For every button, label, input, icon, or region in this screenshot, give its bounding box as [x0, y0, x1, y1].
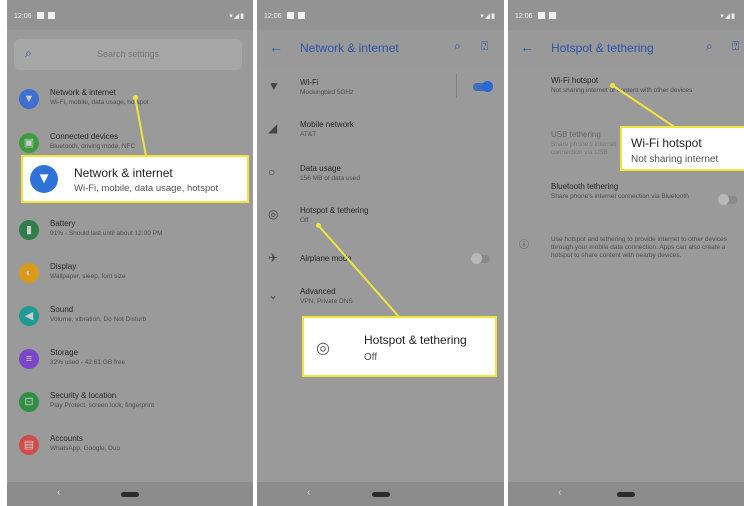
callout-anchor-dot [133, 95, 138, 100]
callout-title: Hotspot & tethering [364, 333, 467, 347]
callout-subtitle: Off [364, 352, 378, 363]
callout-anchor-dot [316, 223, 321, 228]
leader-line-network [134, 96, 147, 157]
callout-title: Network & internet [74, 166, 173, 180]
callout-title: Wi-Fi hotspot [631, 136, 702, 150]
callout-anchor-dot [610, 83, 615, 88]
callout-network: ▼ Network & internet Wi-Fi, mobile, data… [21, 155, 249, 203]
callout-subtitle: Wi-Fi, mobile, data usage, hotspot [74, 183, 219, 194]
callout-hotspot: ◎ Hotspot & tethering Off [302, 316, 497, 377]
leader-line-hotspot [317, 224, 401, 319]
wifi-icon: ▼ [30, 165, 58, 193]
leader-line-wifi-hotspot [611, 84, 677, 129]
callout-wifi-hotspot: Wi-Fi hotspot Not sharing internet [620, 126, 744, 171]
callout-leader-lines [134, 84, 677, 319]
callout-subtitle: Not sharing internet [631, 154, 719, 165]
hotspot-icon: ◎ [316, 340, 330, 357]
